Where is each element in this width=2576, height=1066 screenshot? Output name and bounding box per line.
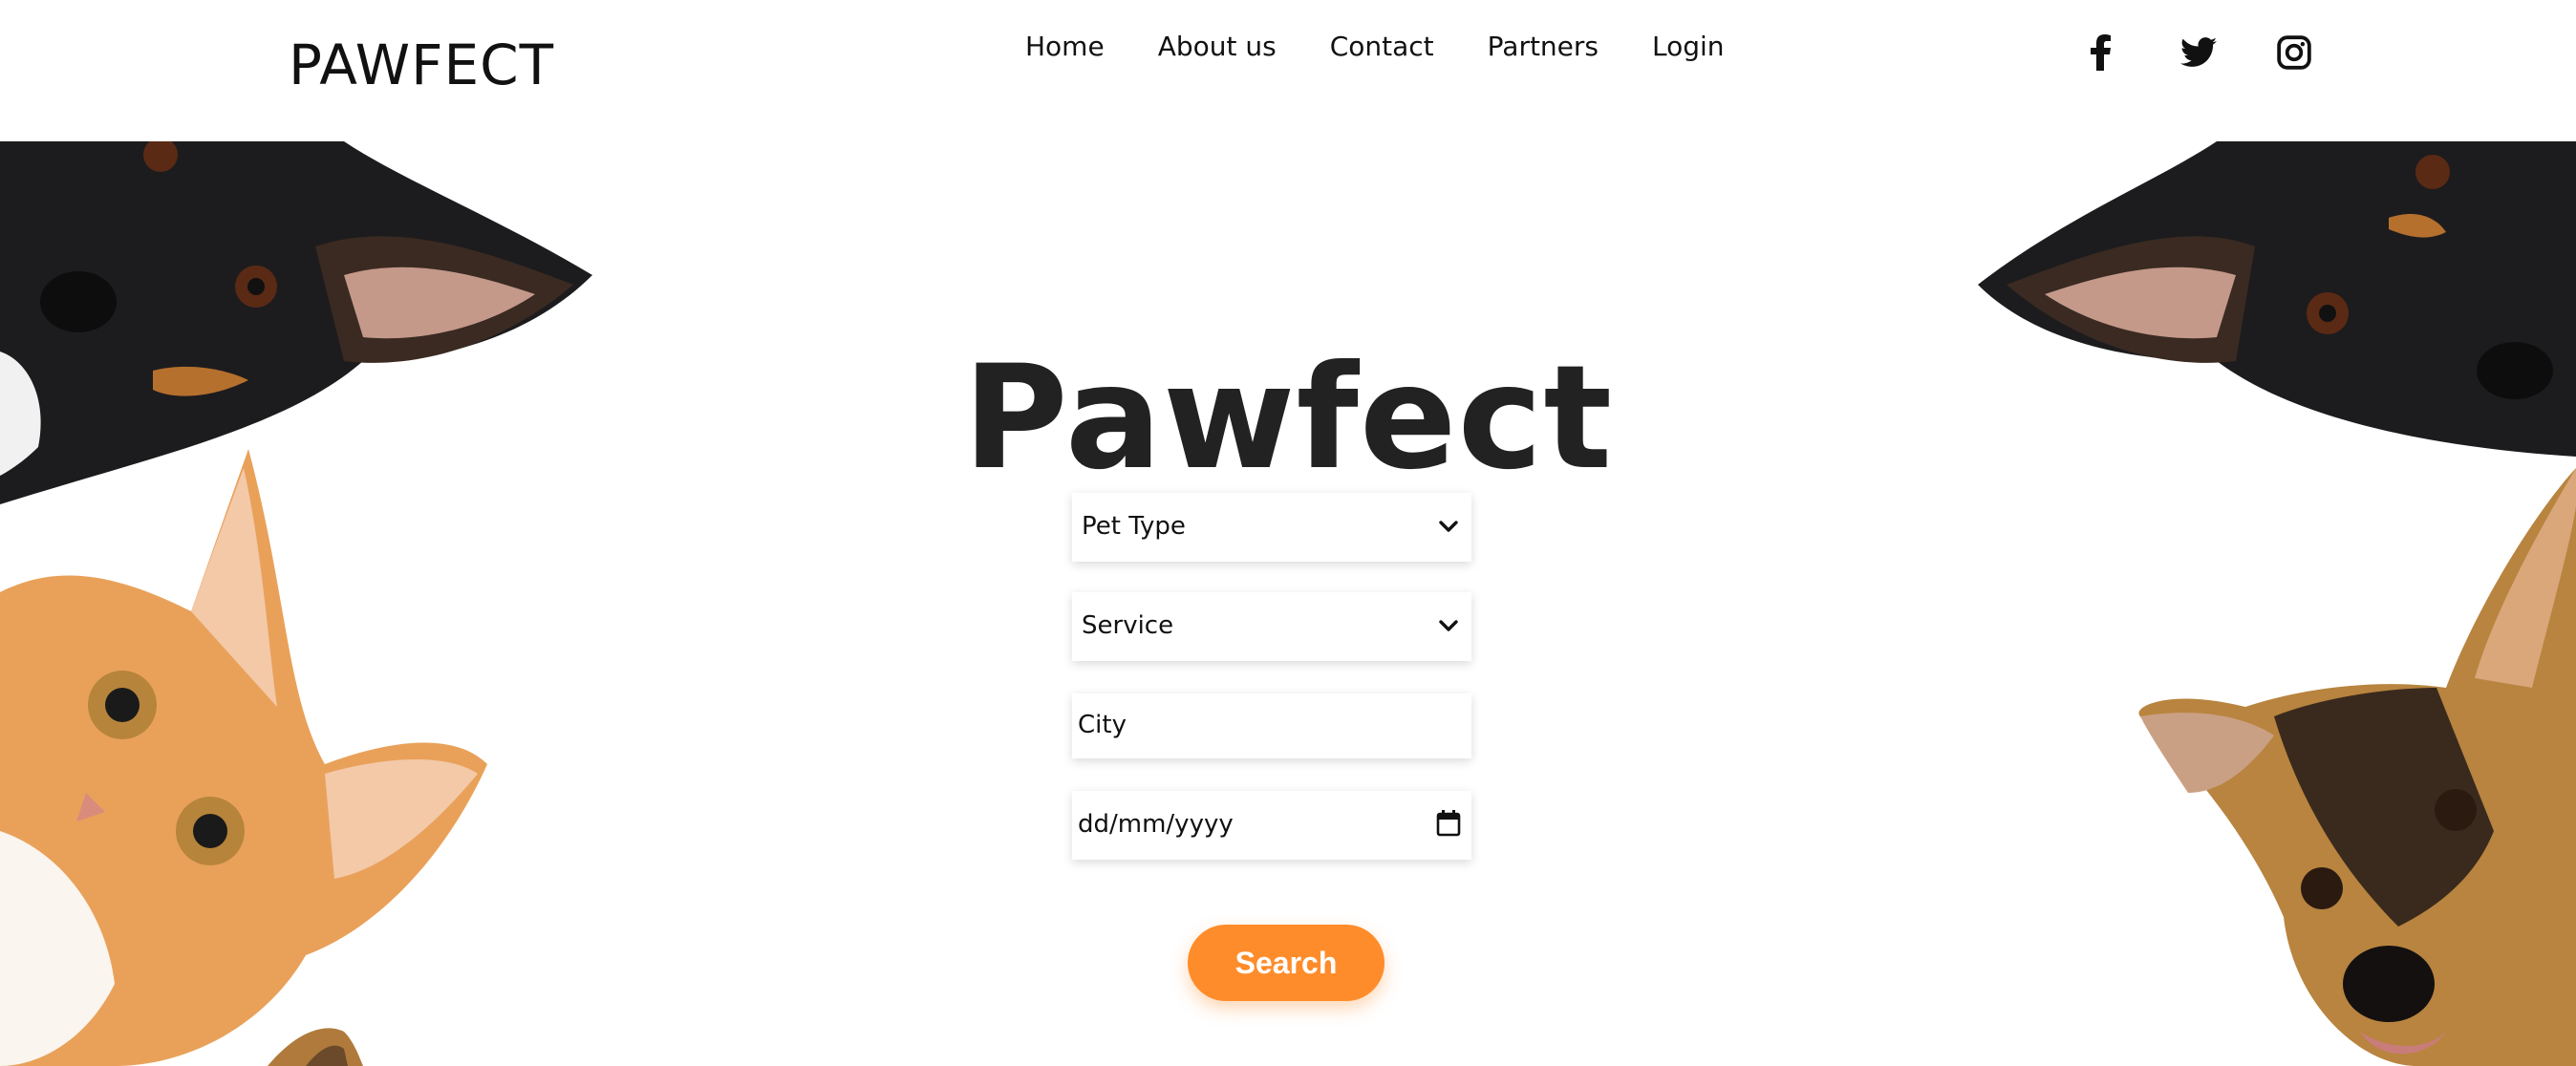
date-input[interactable]: dd/mm/yyyy [1072,791,1471,860]
pet-type-label: Pet Type [1082,512,1186,541]
city-placeholder: City [1078,711,1127,739]
service-select[interactable]: Service [1072,592,1471,661]
facebook-icon[interactable] [2079,32,2123,73]
date-placeholder: dd/mm/yyyy [1078,810,1234,839]
chevron-down-icon [1435,514,1462,541]
service-label: Service [1082,611,1174,640]
instagram-icon[interactable] [2272,32,2316,73]
chevron-down-icon [1435,613,1462,640]
nav-contact[interactable]: Contact [1330,31,1434,62]
hero-title: Pawfect [962,334,1614,501]
search-button[interactable]: Search [1188,925,1385,1001]
pet-ear-bottom-image [268,1028,363,1066]
search-form: Pet Type Service City dd/mm/yyyy [1072,493,1471,890]
twitter-icon[interactable] [2177,32,2221,73]
nav-about-us[interactable]: About us [1158,31,1277,62]
orange-cat-image [0,449,487,1066]
calendar-icon[interactable] [1435,810,1462,837]
pet-type-select[interactable]: Pet Type [1072,493,1471,562]
main-nav: Home About us Contact Partners Login [1025,31,1778,62]
nav-home[interactable]: Home [1025,31,1105,62]
brand-logo[interactable]: PAWFECT [289,32,554,97]
nav-partners[interactable]: Partners [1488,31,1599,62]
tan-dog-right-image [2138,468,2576,1066]
city-input[interactable]: City [1072,693,1471,758]
nav-login[interactable]: Login [1652,31,1725,62]
site-header: PAWFECT Home About us Contact Partners L… [0,0,2576,141]
